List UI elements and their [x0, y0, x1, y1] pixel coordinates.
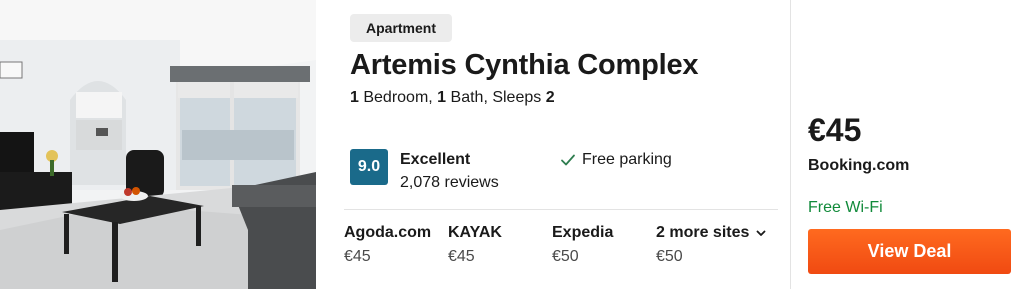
listing-details: Apartment Artemis Cynthia Complex 1 Bedr…	[316, 0, 790, 289]
site-price: €45	[344, 248, 371, 265]
view-deal-button[interactable]: View Deal	[808, 229, 1011, 274]
site-agoda[interactable]: Agoda.com €45	[344, 224, 431, 266]
site-price: €50	[656, 248, 683, 265]
rating-label: Excellent	[400, 151, 471, 168]
listing-specs: 1 Bedroom, 1 Bath, Sleeps 2	[350, 89, 555, 107]
amenity-free-parking: Free parking	[560, 151, 672, 169]
more-sites-label: 2 more sites	[656, 224, 750, 241]
listing-title[interactable]: Artemis Cynthia Complex	[350, 49, 699, 82]
amenity-label: Free parking	[582, 151, 672, 168]
property-type-badge: Apartment	[350, 14, 453, 42]
site-name: Agoda.com	[344, 224, 432, 241]
site-price: €50	[552, 248, 579, 265]
site-expedia[interactable]: Expedia €50	[552, 224, 613, 266]
site-kayak[interactable]: KAYAK €45	[448, 224, 502, 266]
apartment-interior-image	[0, 0, 316, 289]
deal-perk: Free Wi-Fi	[808, 199, 883, 216]
baths-label: Bath, Sleeps	[446, 89, 546, 106]
bedrooms-count: 1	[350, 89, 359, 106]
site-name: Expedia	[552, 224, 614, 241]
check-icon	[561, 154, 575, 166]
rating-score-badge: 9.0	[350, 149, 388, 185]
divider	[344, 209, 778, 210]
review-count[interactable]: 2,078 reviews	[400, 174, 499, 192]
deal-price: €45	[808, 112, 862, 148]
listing-photo[interactable]	[0, 0, 316, 289]
site-price: €45	[448, 248, 475, 265]
best-deal-panel: €45 Booking.com Free Wi-Fi View Deal	[791, 0, 1024, 289]
other-sites-list: Agoda.com €45 KAYAK €45 Expedia €50 2 mo…	[344, 224, 784, 270]
bedrooms-label: Bedroom,	[358, 89, 438, 106]
baths-count: 1	[437, 89, 447, 106]
site-name: 2 more sites	[656, 224, 767, 242]
hotel-listing-card[interactable]: Apartment Artemis Cynthia Complex 1 Bedr…	[0, 0, 1024, 289]
sleeps-count: 2	[545, 89, 555, 106]
chevron-down-icon	[756, 230, 766, 236]
more-sites-dropdown[interactable]: 2 more sites €50	[656, 224, 767, 266]
site-name: KAYAK	[448, 224, 502, 241]
deal-provider: Booking.com	[808, 157, 910, 174]
